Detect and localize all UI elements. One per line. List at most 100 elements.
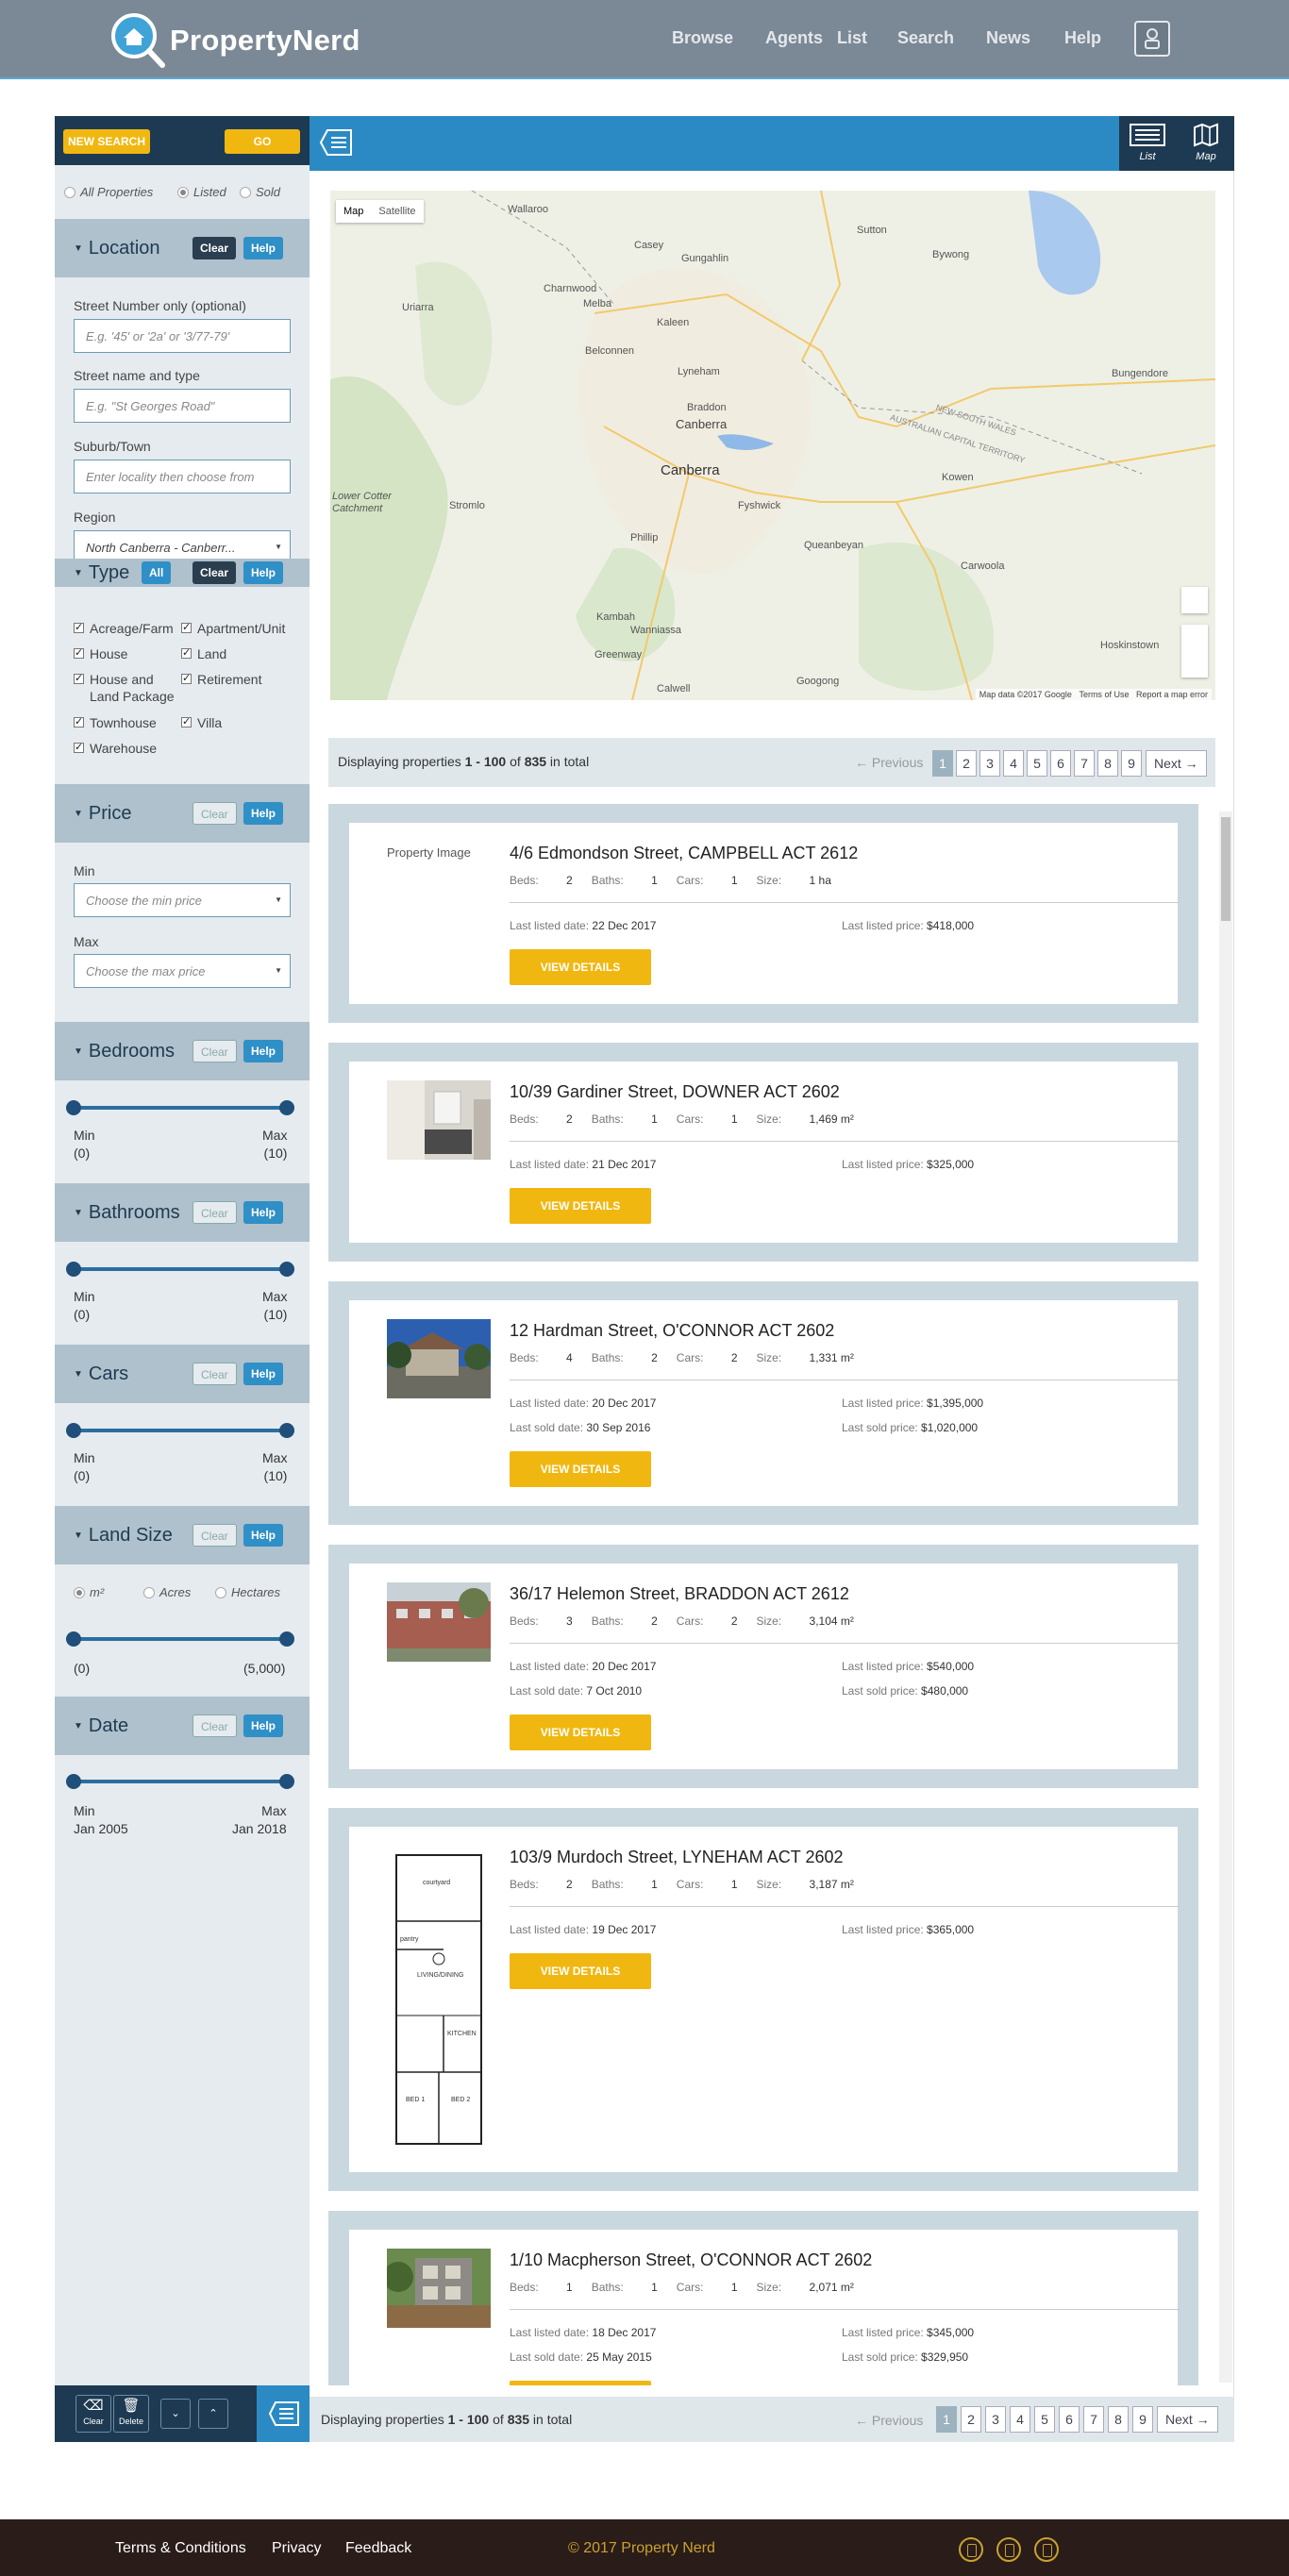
page-link[interactable]: 4 — [1003, 750, 1024, 777]
type-checkbox[interactable]: Acreage/Farm — [74, 619, 174, 637]
slider-min-handle[interactable] — [66, 1631, 81, 1647]
listing-body[interactable]: 10/39 Gardiner Street, DOWNER ACT 2602 B… — [349, 1062, 1180, 1243]
go-button[interactable]: GO — [225, 129, 300, 154]
type-checkbox[interactable]: Villa — [181, 713, 222, 731]
nav-list[interactable]: List — [837, 28, 867, 48]
date-help-button[interactable]: Help — [243, 1715, 284, 1737]
page-link[interactable]: 8 — [1108, 2406, 1129, 2433]
land-size-clear-button[interactable]: Clear — [193, 1524, 237, 1547]
page-link[interactable]: 7 — [1083, 2406, 1104, 2433]
land-size-section-header[interactable]: ▼ Land Size Clear Help — [55, 1506, 310, 1564]
listing-photo[interactable] — [383, 2249, 491, 2328]
page-link[interactable]: 6 — [1050, 750, 1071, 777]
type-checkbox[interactable]: Apartment/Unit — [181, 619, 285, 637]
land-size-help-button[interactable]: Help — [243, 1524, 284, 1547]
type-all-button[interactable]: All — [142, 561, 172, 584]
page-link[interactable]: 4 — [1010, 2406, 1030, 2433]
page-link[interactable]: 7 — [1074, 750, 1095, 777]
status-sold-radio[interactable]: Sold — [240, 185, 280, 199]
app-store-icon[interactable] — [1034, 2537, 1059, 2562]
price-clear-button[interactable]: Clear — [193, 802, 237, 825]
bedrooms-help-button[interactable]: Help — [243, 1040, 284, 1062]
bedrooms-slider[interactable] — [66, 1100, 294, 1115]
listing-title[interactable]: 4/6 Edmondson Street, CAMPBELL ACT 2612 — [510, 844, 858, 863]
bedrooms-clear-button[interactable]: Clear — [193, 1040, 237, 1062]
street-number-input[interactable]: E.g. '45' or '2a' or '3/77-79' — [74, 319, 291, 353]
privacy-link[interactable]: Privacy — [272, 2540, 321, 2557]
view-details-button[interactable]: VIEW DETAILS — [510, 1451, 651, 1487]
slider-max-handle[interactable] — [279, 1262, 294, 1277]
cars-clear-button[interactable]: Clear — [193, 1363, 237, 1385]
type-help-button[interactable]: Help — [243, 561, 284, 584]
cars-help-button[interactable]: Help — [243, 1363, 284, 1385]
listing-body[interactable]: 12 Hardman Street, O'CONNOR ACT 2602 Bed… — [349, 1300, 1180, 1506]
listing-body[interactable]: 36/17 Helemon Street, BRADDON ACT 2612 B… — [349, 1564, 1180, 1769]
bathrooms-slider[interactable] — [66, 1262, 294, 1277]
bedrooms-section-header[interactable]: ▼ Bedrooms Clear Help — [55, 1022, 310, 1080]
page-link[interactable]: 9 — [1132, 2406, 1153, 2433]
date-section-header[interactable]: ▼ Date Clear Help — [55, 1697, 310, 1755]
page-link[interactable]: 9 — [1121, 750, 1142, 777]
cars-slider[interactable] — [66, 1423, 294, 1438]
app-store-icon[interactable] — [959, 2537, 983, 2562]
map-view[interactable]: Map Satellite Wallaroo Sutton Casey Gung… — [330, 191, 1215, 700]
brand-logo[interactable]: PropertyNerd — [108, 11, 360, 70]
location-section-header[interactable]: ▼ Location Clear Help — [55, 219, 310, 277]
previous-page-link[interactable]: ← Previous — [855, 755, 923, 770]
map-zoom-control[interactable] — [1181, 625, 1208, 677]
user-account-icon[interactable] — [1134, 21, 1170, 57]
price-section-header[interactable]: ▼ Price Clear Help — [55, 784, 310, 843]
view-details-button[interactable]: VIEW DETAILS — [510, 1188, 651, 1224]
map-view-button[interactable]: Map — [1178, 116, 1234, 171]
floorplan-image[interactable]: courtyard pantry LIVING/DINING KITCHEN B… — [387, 1846, 491, 2153]
date-clear-button[interactable]: Clear — [193, 1715, 237, 1737]
next-page-link[interactable]: Next → — [1146, 750, 1207, 777]
scrollbar-thumb[interactable] — [1221, 817, 1230, 921]
status-listed-radio[interactable]: Listed — [177, 185, 226, 199]
listing-title[interactable]: 10/39 Gardiner Street, DOWNER ACT 2602 — [510, 1082, 840, 1102]
toggle-sidebar-button[interactable] — [257, 2385, 310, 2442]
type-section-header[interactable]: ▼ Type All Clear Help — [55, 559, 310, 587]
type-checkbox[interactable]: Land — [181, 644, 226, 662]
type-checkbox[interactable]: Townhouse — [74, 713, 157, 731]
nav-search[interactable]: Search — [897, 28, 954, 48]
view-details-button[interactable]: VIEW DETAILS — [510, 1953, 651, 1989]
unit-hectares-radio[interactable]: Hectares — [215, 1585, 280, 1599]
clear-all-button[interactable]: ⌫ Clear — [75, 2395, 111, 2433]
unit-m2-radio[interactable]: m² — [74, 1585, 104, 1599]
listing-photo[interactable] — [387, 1582, 491, 1662]
max-price-select[interactable]: Choose the max price ▼ — [74, 954, 291, 988]
land-size-slider[interactable] — [66, 1631, 294, 1647]
listing-title[interactable]: 12 Hardman Street, O'CONNOR ACT 2602 — [510, 1321, 834, 1341]
listing-body[interactable]: Property Image 4/6 Edmondson Street, CAM… — [349, 823, 1180, 1004]
page-link[interactable]: 2 — [956, 750, 977, 777]
results-scrollbar[interactable] — [1219, 811, 1232, 2383]
listing-title[interactable]: 1/10 Macpherson Street, O'CONNOR ACT 260… — [510, 2250, 872, 2270]
type-clear-button[interactable]: Clear — [193, 561, 237, 584]
type-checkbox[interactable]: House and Land Package — [74, 670, 176, 705]
cars-section-header[interactable]: ▼ Cars Clear Help — [55, 1345, 310, 1403]
slider-min-handle[interactable] — [66, 1423, 81, 1438]
listing-body[interactable]: courtyard pantry LIVING/DINING KITCHEN B… — [349, 1827, 1180, 2172]
listing-photo[interactable] — [385, 1319, 491, 1398]
view-details-button[interactable]: VIEW DETAILS — [510, 949, 651, 985]
page-link[interactable]: 1 — [932, 750, 953, 777]
delete-button[interactable]: 🗑 Delete — [113, 2395, 149, 2433]
suburb-input[interactable]: Enter locality then choose from — [74, 460, 291, 493]
price-help-button[interactable]: Help — [243, 802, 284, 825]
nav-agents[interactable]: Agents — [765, 28, 823, 48]
list-view-button[interactable]: List — [1119, 116, 1176, 171]
satellite-tab[interactable]: Satellite — [371, 200, 423, 223]
nav-help[interactable]: Help — [1064, 28, 1101, 48]
toggle-sidebar-button[interactable] — [319, 128, 353, 157]
page-link[interactable]: 1 — [936, 2406, 957, 2433]
slider-min-handle[interactable] — [66, 1100, 81, 1115]
type-checkbox[interactable]: Warehouse — [74, 739, 157, 757]
status-all-radio[interactable]: All Properties — [64, 185, 153, 199]
new-search-button[interactable]: NEW SEARCH — [63, 129, 150, 154]
nav-news[interactable]: News — [986, 28, 1030, 48]
terms-link[interactable]: Terms & Conditions — [115, 2540, 246, 2557]
page-link[interactable]: 3 — [985, 2406, 1006, 2433]
map-tab[interactable]: Map — [336, 200, 371, 223]
page-link[interactable]: 5 — [1027, 750, 1047, 777]
